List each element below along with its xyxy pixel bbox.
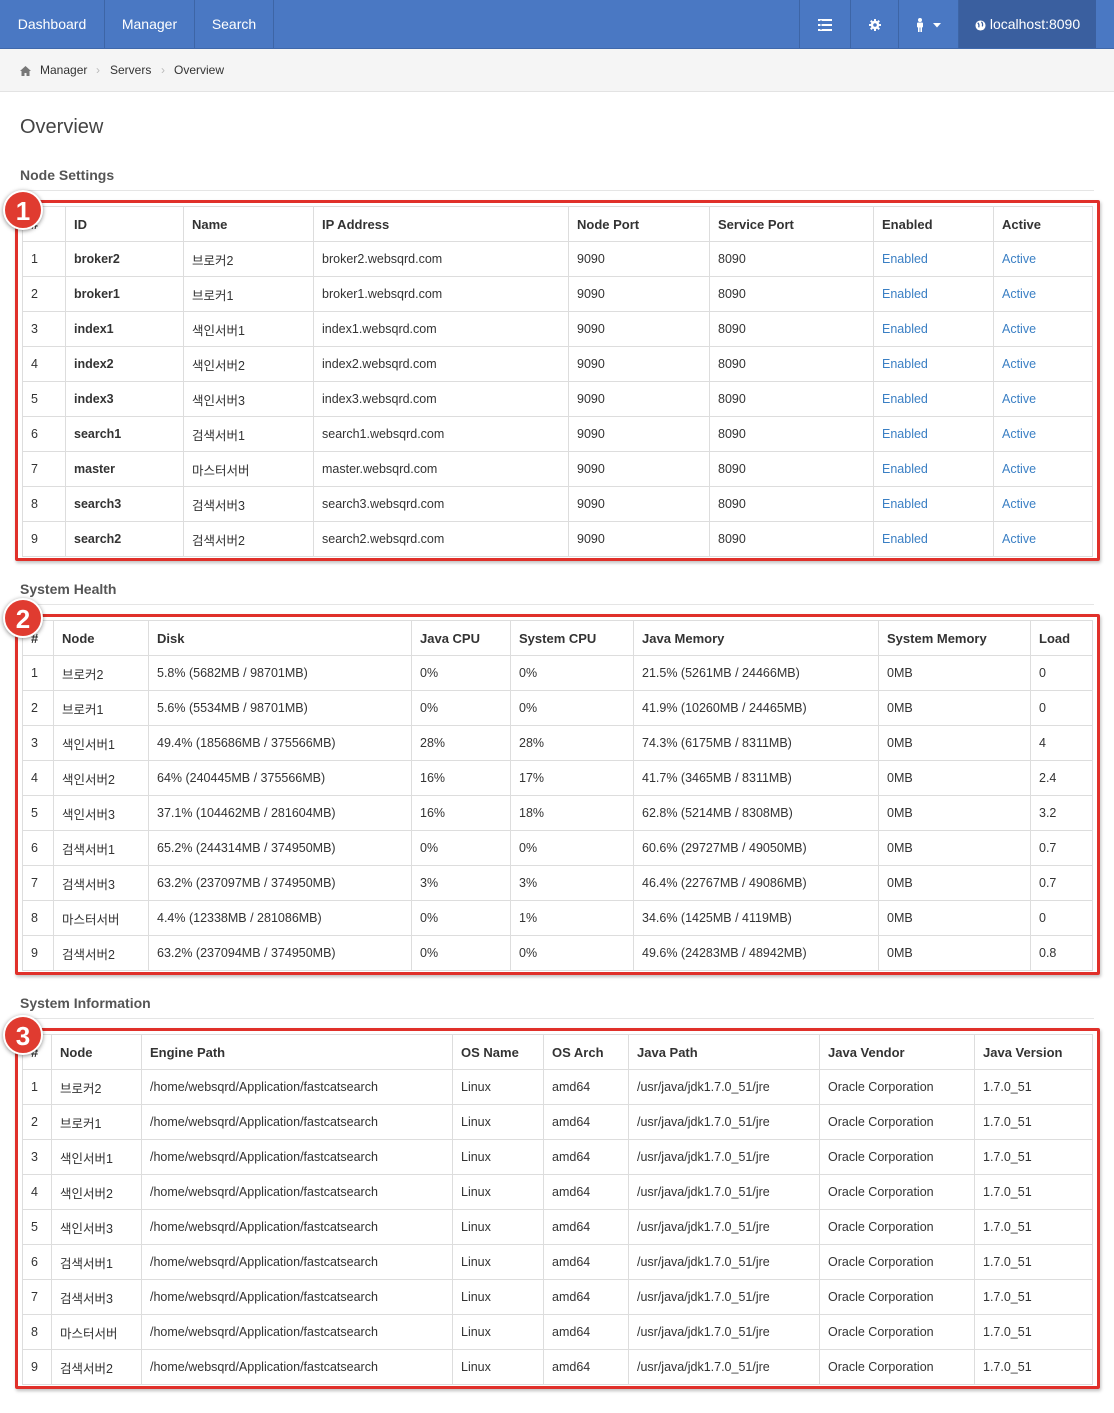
breadcrumb-manager[interactable]: Manager <box>40 49 87 92</box>
globe-icon <box>975 20 986 31</box>
system-health-heading: System Health <box>20 581 117 597</box>
annotation-badge-1: 1 <box>3 190 43 230</box>
user-menu-button[interactable] <box>898 0 958 48</box>
nav-dashboard[interactable]: Dashboard <box>0 0 105 48</box>
list-icon <box>818 19 832 32</box>
page-title: Overview <box>20 116 104 138</box>
divider <box>20 604 1094 605</box>
home-icon <box>20 66 31 76</box>
breadcrumb-separator: › <box>161 63 165 77</box>
node-settings-heading: Node Settings <box>20 167 115 183</box>
settings-button[interactable] <box>850 0 898 48</box>
breadcrumb: Manager › Servers › Overview <box>0 49 1114 92</box>
annotation-box-2 <box>15 614 1100 975</box>
host-label: localhost:8090 <box>989 16 1081 32</box>
annotation-box-1 <box>15 200 1100 561</box>
annotation-badge-3: 3 <box>3 1015 43 1055</box>
divider <box>20 1018 1094 1019</box>
annotation-box-3 <box>15 1028 1100 1389</box>
gear-icon <box>868 19 881 32</box>
breadcrumb-overview: Overview <box>174 63 225 77</box>
nav-search[interactable]: Search <box>195 0 274 48</box>
host-button[interactable]: localhost:8090 <box>958 0 1096 48</box>
user-icon <box>916 18 923 33</box>
divider <box>20 190 1094 191</box>
breadcrumb-servers[interactable]: Servers <box>110 49 151 92</box>
breadcrumb-separator: › <box>96 63 100 77</box>
tasks-button[interactable] <box>799 0 850 48</box>
nav-manager[interactable]: Manager <box>105 0 195 48</box>
annotation-badge-2: 2 <box>3 598 43 638</box>
caret-down-icon <box>933 22 942 28</box>
system-information-heading: System Information <box>20 995 151 1011</box>
top-navbar: Dashboard Manager Search localhost:8090 <box>0 0 1114 49</box>
